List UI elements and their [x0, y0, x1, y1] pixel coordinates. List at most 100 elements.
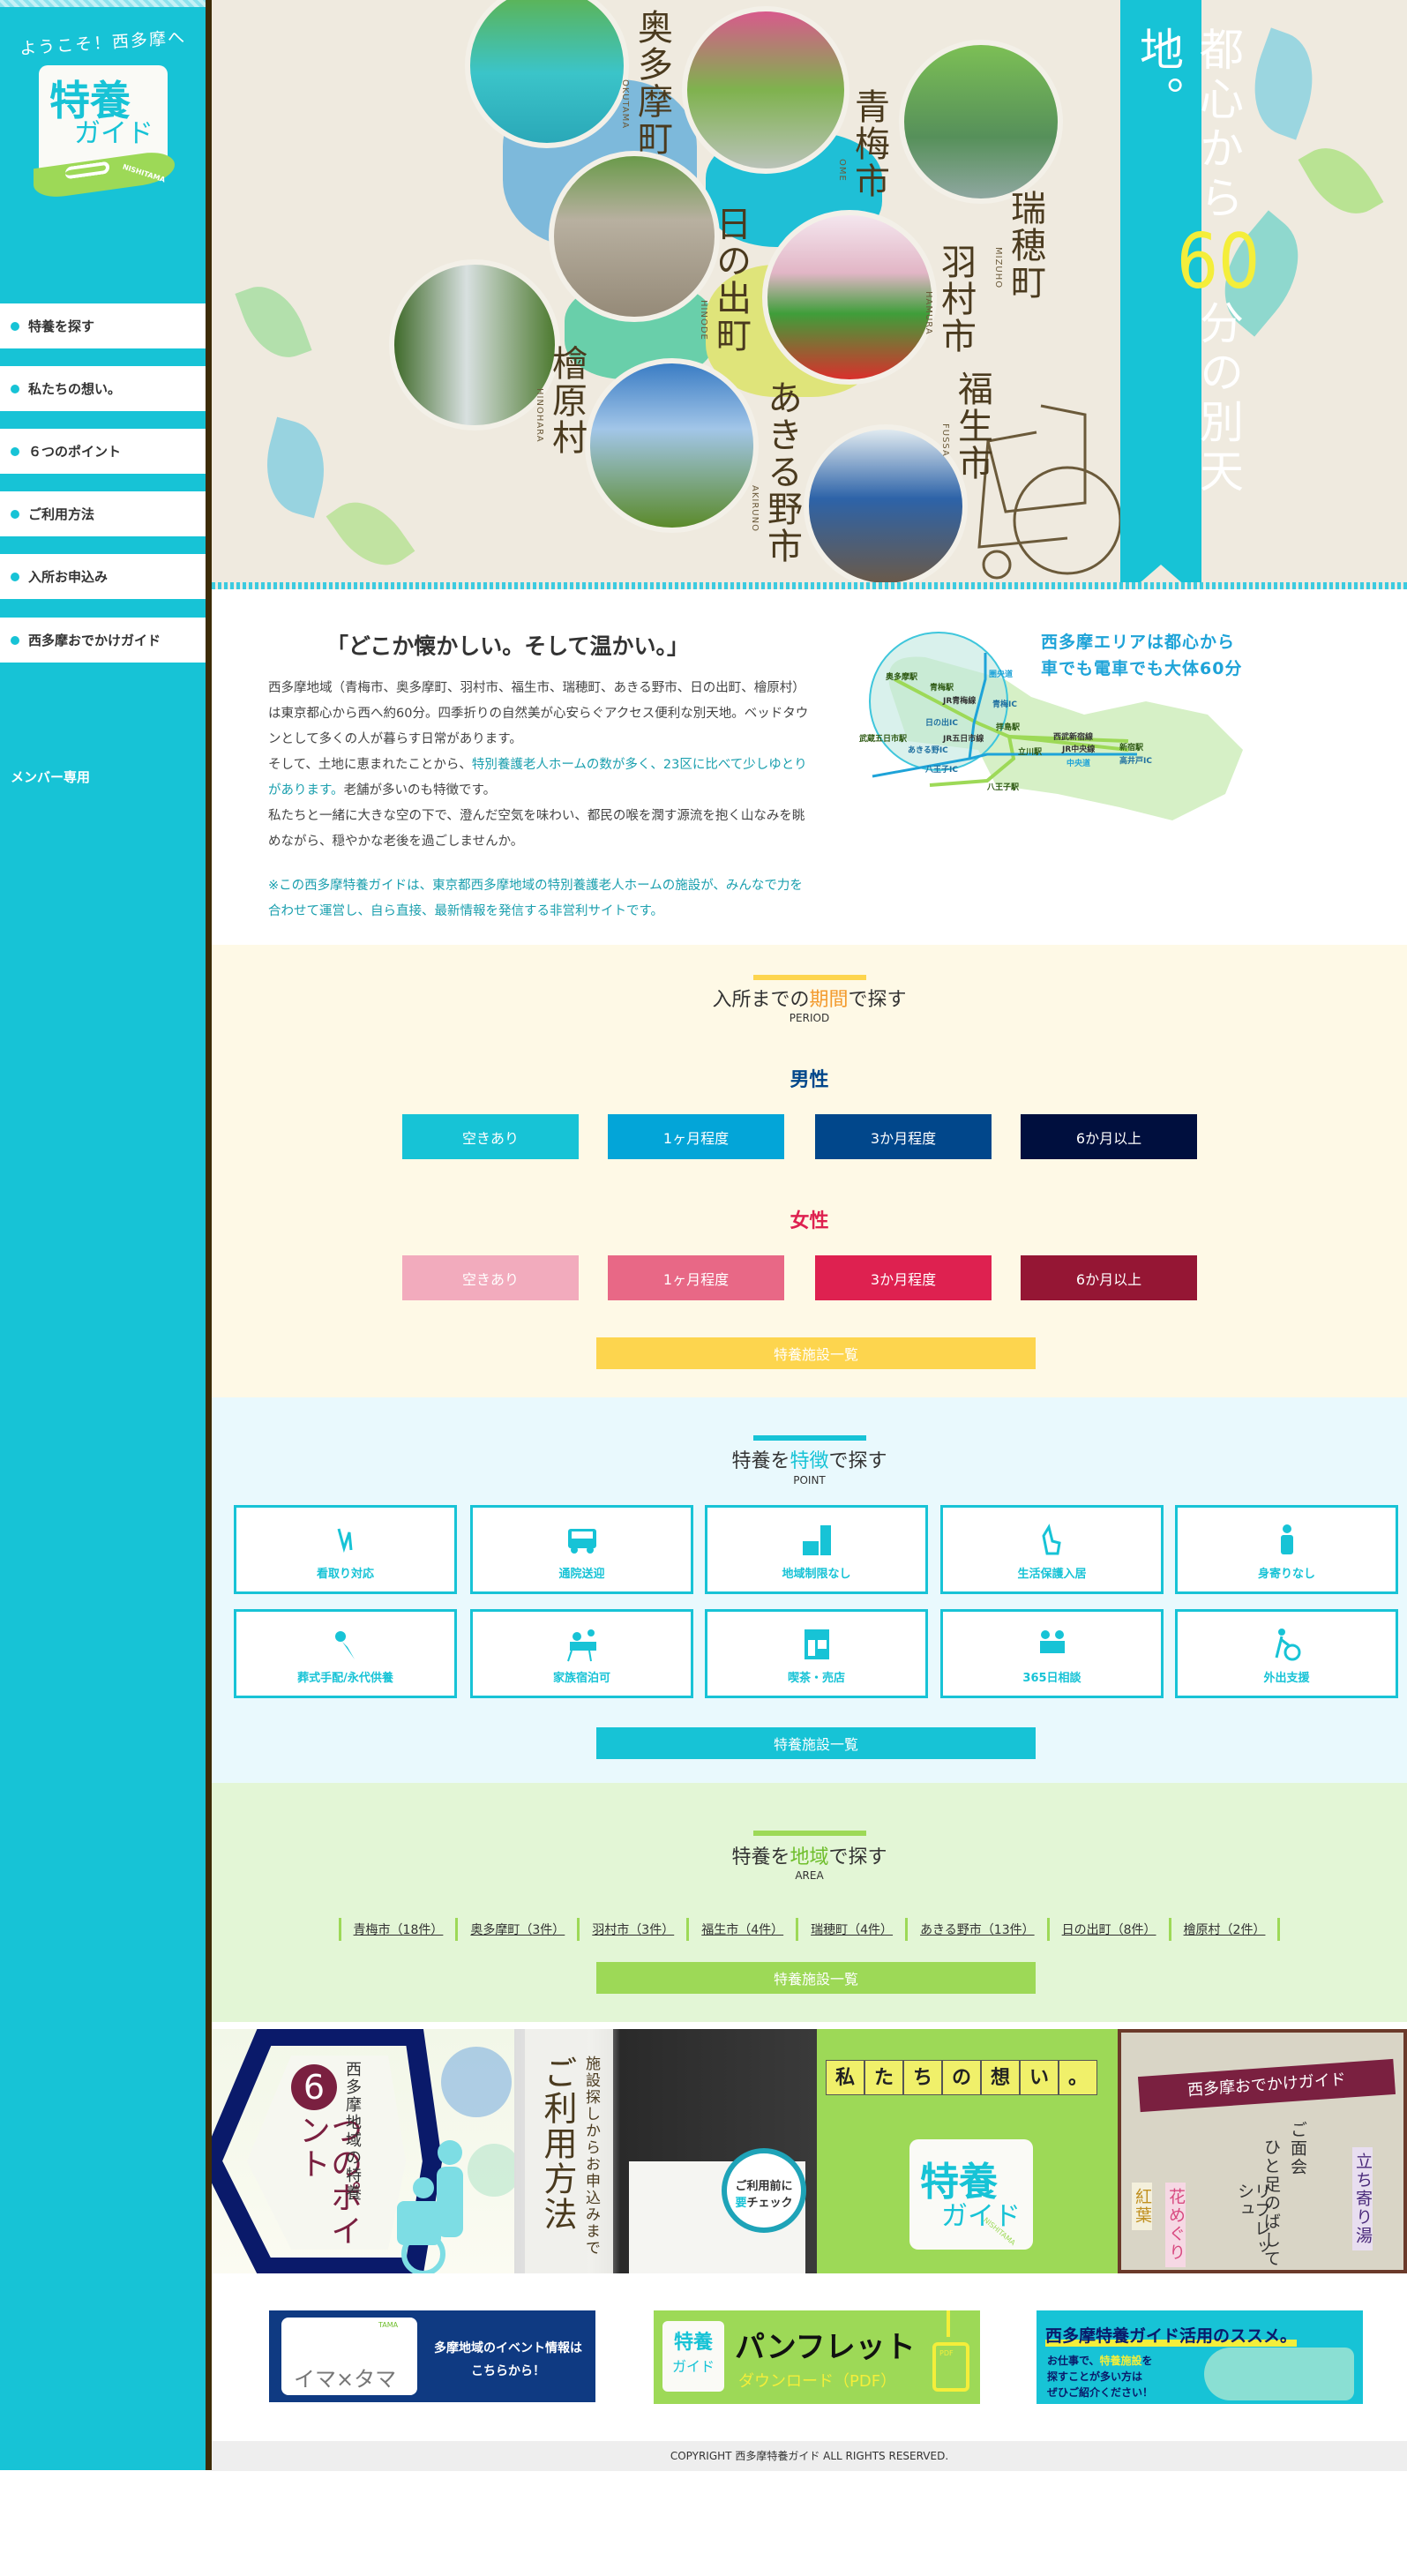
male-period-button[interactable]: 6か月以上 — [1021, 1114, 1197, 1159]
usage-banner[interactable]: ご利用方法 施設探しからお申込みまで ご利用前に 要チェック — [514, 2029, 817, 2273]
imatama-logo-text: イマ×タマ — [294, 2367, 397, 2392]
hand-coin-icon — [1041, 1524, 1061, 1555]
town-roman-hinode: HINODE — [699, 300, 708, 341]
town-roman-mizuho: MIZUHO — [993, 247, 1003, 289]
thoughts-banner[interactable]: 私たちの想い。 特養 ガイド NISHITAMA — [817, 2029, 1118, 2273]
male-period-button[interactable]: 1ヶ月程度 — [608, 1114, 784, 1159]
member-only-link[interactable]: メンバー専用 — [11, 768, 90, 786]
facility-list-button[interactable]: 特養施設一覧 — [596, 1337, 1036, 1369]
feature-filter-button[interactable]: 身寄りなし — [1175, 1505, 1398, 1594]
facility-list-button[interactable]: 特養施設一覧 — [596, 1727, 1036, 1759]
town-label-ome[interactable]: 青梅市 — [849, 88, 889, 199]
nav-item-search[interactable]: 特養を探す — [0, 303, 206, 348]
female-period-button[interactable]: 6か月以上 — [1021, 1255, 1197, 1300]
female-period-button[interactable]: 3か月程度 — [815, 1255, 992, 1300]
town-label-akiruno[interactable]: あきる野市 — [761, 379, 802, 565]
area-link[interactable]: 羽村市（3件） — [577, 1918, 686, 1941]
thoughts-title-char: 私 — [826, 2060, 864, 2095]
guide-usage-banner[interactable]: 西多摩特養ガイド活用のススメ。 お仕事で、特養施設を 探すことが多い方は ぜひご… — [1037, 2310, 1363, 2404]
female-period-button[interactable]: 空きあり — [402, 1255, 579, 1300]
feature-label: 喫茶・売店 — [787, 1672, 845, 1685]
male-period-button[interactable]: 空きあり — [402, 1114, 579, 1159]
feature-filter-button[interactable]: 地域制限なし — [705, 1505, 928, 1594]
town-label-hinohara[interactable]: 檜原村 — [546, 345, 587, 456]
nav-label: 私たちの想い。 — [28, 381, 122, 397]
area-link[interactable]: 瑞穂町（4件） — [796, 1918, 905, 1941]
susume-line2: 探すことが多い方は — [1047, 2370, 1143, 2383]
town-label-mizuho[interactable]: 瑞穂町 — [1005, 190, 1045, 301]
area-link[interactable]: 檜原村（2件） — [1168, 1918, 1281, 1941]
feature-filter-button[interactable]: 通院送迎 — [470, 1505, 693, 1594]
nav-item-apply[interactable]: 入所お申込み — [0, 554, 206, 599]
imatama-text-2: こちらから！ — [471, 2364, 545, 2378]
sidebar: ようこそ！西多摩へ 特養 ガイド NISHITAMA 特養を探す 私たちの想い。… — [0, 0, 206, 2470]
blocks-icon — [802, 1525, 831, 1555]
area-link[interactable]: 福生市（4件） — [686, 1918, 796, 1941]
title-text: で探す — [828, 1450, 887, 1472]
area-link[interactable]: 日の出町（8件） — [1046, 1918, 1169, 1941]
facility-list-button[interactable]: 特養施設一覧 — [596, 1962, 1036, 1994]
feature-label: 通院送迎 — [558, 1568, 605, 1581]
sidebar-border — [206, 0, 212, 2470]
section-accent-bar — [752, 975, 866, 980]
tagline-before: 都心から — [1193, 26, 1244, 224]
nav-item-outing-guide[interactable]: 西多摩おでかけガイド — [0, 618, 206, 663]
male-period-button[interactable]: 3か月程度 — [815, 1114, 992, 1159]
town-label-fussa[interactable]: 福生市 — [952, 371, 992, 482]
pamphlet-banner[interactable]: 特養 ガイド パンフレット ダウンロード（PDF） PDF — [654, 2310, 980, 2404]
hero-map: 奥多摩町 OKUTAMA 青梅市 OME 瑞穂町 MIZUHO 日の出町 HIN… — [212, 0, 1407, 589]
feature-filter-button[interactable]: 家族宿泊可 — [470, 1609, 693, 1698]
map-label: 中央道 — [1066, 758, 1090, 768]
area-link[interactable]: 奥多摩町（3件） — [455, 1918, 577, 1941]
leaf-decoration — [326, 485, 415, 582]
nav-item-usage[interactable]: ご利用方法 — [0, 491, 206, 536]
logo-text-2: ガイド — [74, 118, 153, 149]
site-logo[interactable]: 特養 ガイド NISHITAMA — [34, 65, 175, 201]
map-label: JR中央線 — [1061, 744, 1095, 754]
feature-filter-button[interactable]: 365日相談 — [940, 1609, 1164, 1698]
nav-label: 入所お申込み — [28, 569, 109, 585]
photo-hinode — [548, 151, 720, 323]
outing-guide-banner[interactable]: 西多摩おでかけガイド ご面会 ひと足のばして リフレッシュ 立ち寄り湯 花めぐり… — [1118, 2029, 1407, 2273]
period-title: 入所までの期間で探す — [212, 984, 1407, 1012]
area-link[interactable]: あきる野市（13件） — [905, 1918, 1047, 1941]
logo-text-1: 特養 — [673, 2332, 713, 2354]
section-accent-bar — [752, 1435, 866, 1441]
feature-label: 外出支援 — [1263, 1672, 1310, 1685]
family-icon — [566, 1629, 596, 1662]
pamphlet-logo: 特養 ガイド — [662, 2321, 724, 2392]
imatama-banner[interactable]: イマ×タマ TAMA 多摩地域のイベント情報は こちらから！ — [269, 2310, 595, 2402]
wheelchair-icon — [1275, 1629, 1300, 1661]
thoughts-title-char: の — [942, 2060, 981, 2095]
town-label-okutama[interactable]: 奥多摩町 — [632, 9, 672, 157]
feature-filter-button[interactable]: 生活保護入居 — [940, 1505, 1164, 1594]
area-link[interactable]: 青梅市（18件） — [338, 1918, 456, 1941]
area-section: 特養を地域で探す AREA 青梅市（18件） 奥多摩町（3件） 羽村市（3件） 福生市… — [212, 1783, 1407, 2022]
town-label-hinode[interactable]: 日の出町 — [710, 206, 751, 354]
feature-filter-button[interactable]: 外出支援 — [1175, 1609, 1398, 1698]
town-roman-hamura: HAMURA — [924, 291, 933, 335]
feature-label: 地域制限なし — [782, 1568, 851, 1581]
badge-highlight: 要 — [735, 2197, 747, 2210]
female-period-button[interactable]: 1ヶ月程度 — [608, 1255, 784, 1300]
nav-item-thoughts[interactable]: 私たちの想い。 — [0, 366, 206, 411]
six-points-banner[interactable]: 6 つのポイント 西多摩地域の特養 — [212, 2029, 514, 2273]
welcome-text: ようこそ！西多摩へ — [19, 27, 187, 59]
feature-filter-button[interactable]: 看取り対応 — [234, 1505, 457, 1594]
town-roman-fussa: FUSSA — [940, 423, 950, 457]
map-caption-line1: 西多摩エリアは都心から — [1041, 633, 1236, 652]
feature-filter-button[interactable]: 葬式手配/永代供養 — [234, 1609, 457, 1698]
bullet-icon — [11, 572, 19, 581]
title-text: 特養を — [731, 1846, 790, 1868]
section-accent-bar — [752, 1831, 866, 1836]
person-icon — [1280, 1524, 1293, 1554]
nav-label: ご利用方法 — [28, 506, 95, 522]
susume-line1-end: を — [1141, 2355, 1153, 2367]
download-arrow-icon — [947, 2310, 950, 2337]
feature-filter-button[interactable]: 喫茶・売店 — [705, 1609, 928, 1698]
nav-item-six-points[interactable]: ６つのポイント — [0, 429, 206, 474]
thoughts-title-char: 想 — [981, 2060, 1020, 2095]
tagline-number: 60 — [1176, 224, 1261, 300]
town-label-hamura[interactable]: 羽村市 — [935, 243, 976, 355]
map-label: 武蔵五日市駅 — [859, 733, 908, 744]
